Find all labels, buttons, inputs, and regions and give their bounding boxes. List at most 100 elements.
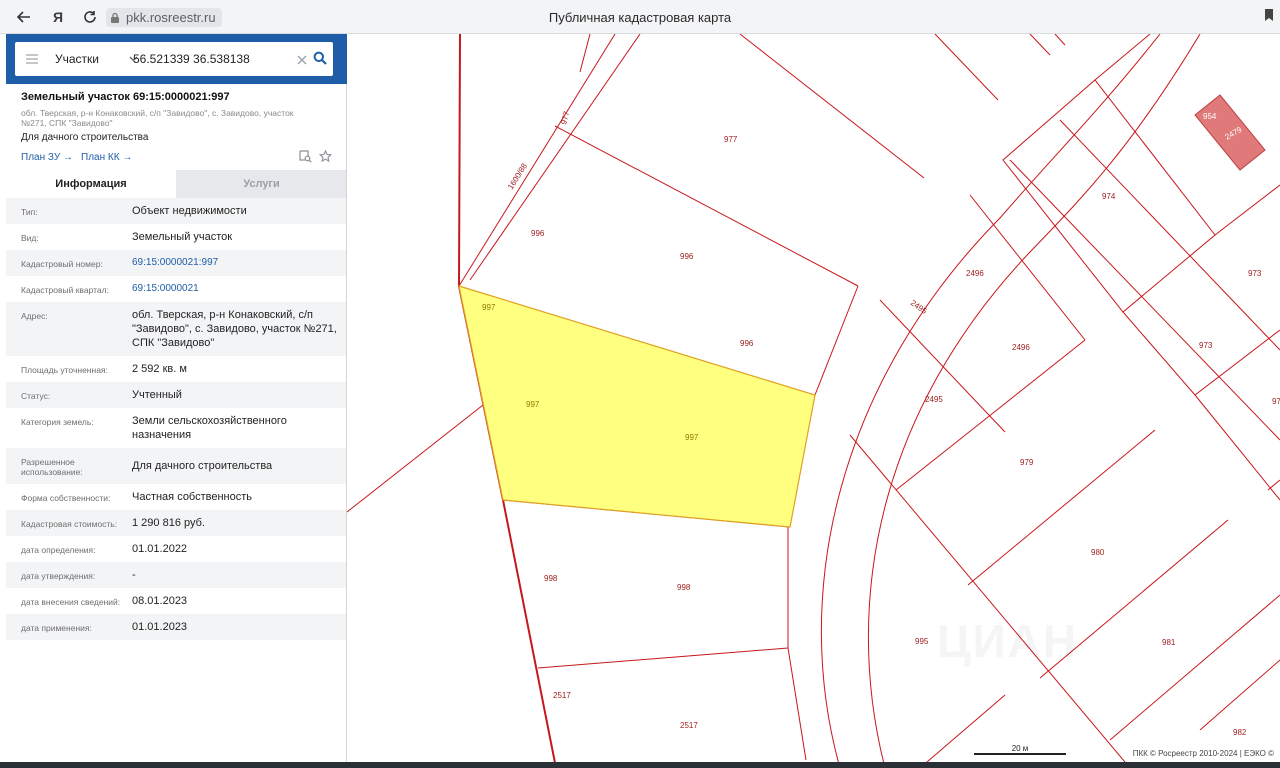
property-value: Частная собственность xyxy=(132,491,253,503)
zoom-to-object-icon[interactable] xyxy=(299,150,312,168)
browser-toolbar: Я pkk.rosreestr.ru Публичная кадастровая… xyxy=(0,0,1280,34)
property-row-ownership: Форма собственности: Частная собственнос… xyxy=(6,484,346,510)
url-text: pkk.rosreestr.ru xyxy=(126,10,216,25)
property-value: - xyxy=(132,569,136,581)
map-label: 997 xyxy=(685,433,699,442)
property-row-permitted-use: Разрешенное использование: Для дачного с… xyxy=(6,448,346,484)
property-row-application-date: дата применения: 01.01.2023 xyxy=(6,614,346,640)
property-row-kind: Вид: Земельный участок xyxy=(6,224,346,250)
layer-select[interactable]: Участки xyxy=(55,50,138,68)
property-row-cadastral-quarter: Кадастровый квартал: 69:15:0000021 xyxy=(6,276,346,302)
map-label: 2517 xyxy=(553,691,571,700)
property-value: 1 290 816 руб. xyxy=(132,517,205,529)
property-label: Форма собственности: xyxy=(21,493,111,503)
map-label: 997 xyxy=(482,303,496,312)
yandex-logo-icon[interactable]: Я xyxy=(46,5,70,29)
property-label: Статус: xyxy=(21,391,51,401)
plan-kk-link[interactable]: План КК → xyxy=(81,152,132,163)
map-label: 2517 xyxy=(680,721,698,730)
property-row-area: Площадь уточненная: 2 592 кв. м xyxy=(6,356,346,382)
lock-icon xyxy=(111,12,119,23)
property-value: Земельный участок xyxy=(132,231,233,243)
back-icon[interactable] xyxy=(12,5,36,29)
property-label: дата определения: xyxy=(21,545,96,555)
property-label: Разрешенное использование: xyxy=(21,457,83,477)
plan-zu-link[interactable]: План ЗУ → xyxy=(21,152,73,163)
map-label: 977 xyxy=(559,110,571,126)
cadastral-map[interactable]: 977 977 1600/88 996 996 996 997 997 997 … xyxy=(347,34,1280,768)
map-label: 2496 xyxy=(966,269,984,278)
map-label: 1600/88 xyxy=(506,161,529,191)
layer-select-label: Участки xyxy=(55,52,99,66)
map-label: 974 xyxy=(1102,192,1116,201)
cadastral-quarter-link[interactable]: 69:15:0000021 xyxy=(132,282,337,296)
close-icon[interactable] xyxy=(297,52,307,70)
map-label: 954 xyxy=(1203,112,1217,121)
selected-parcel-997[interactable] xyxy=(458,285,816,528)
property-row-type: Тип: Объект недвижимости xyxy=(6,198,346,224)
property-row-cadastral-value: Кадастровая стоимость: 1 290 816 руб. xyxy=(6,510,346,536)
map-label: 997 xyxy=(526,400,540,409)
property-label: Тип: xyxy=(21,207,38,217)
property-value: 01.01.2022 xyxy=(132,543,188,555)
property-value: Земли сельскохозяйственного назначения xyxy=(132,415,287,441)
menu-icon[interactable] xyxy=(25,52,39,70)
map-label: 996 xyxy=(680,252,694,261)
object-address: обл. Тверская, р-н Конаковский, с/п "Зав… xyxy=(21,108,294,128)
map-label: 973 xyxy=(1248,269,1262,278)
map-label: 995 xyxy=(915,637,929,646)
property-value: 01.01.2023 xyxy=(132,621,188,633)
map-label: 996 xyxy=(740,339,754,348)
property-value: 08.01.2023 xyxy=(132,595,188,607)
property-label: дата утверждения: xyxy=(21,571,96,581)
object-title: Земельный участок 69:15:0000021:997 xyxy=(21,91,230,103)
property-label: Кадастровый квартал: xyxy=(21,285,109,295)
map-label: 980 xyxy=(1091,548,1105,557)
property-row-determination-date: дата определения: 01.01.2022 xyxy=(6,536,346,562)
search-bar: Участки xyxy=(6,34,346,84)
taskbar-strip xyxy=(0,762,1280,768)
map-label: 2496 xyxy=(1012,343,1030,352)
cadastral-number-link[interactable]: 69:15:0000021:997 xyxy=(132,256,337,270)
property-label: Кадастровая стоимость: xyxy=(21,519,118,529)
watermark: ЦИАН xyxy=(937,614,1078,668)
map-label: 996 xyxy=(531,229,545,238)
property-row-approval-date: дата утверждения: - xyxy=(6,562,346,588)
properties-list: Тип: Объект недвижимости Вид: Земельный … xyxy=(6,198,346,640)
property-row-cadastral-number: Кадастровый номер: 69:15:0000021:997 xyxy=(6,250,346,276)
map-label: 2495 xyxy=(925,395,943,404)
tab-information[interactable]: Информация xyxy=(6,170,176,198)
tab-bar: Информация Услуги xyxy=(6,170,346,198)
property-value: Объект недвижимости xyxy=(132,205,247,217)
star-icon[interactable] xyxy=(318,149,333,168)
bookmark-icon[interactable] xyxy=(1264,8,1274,27)
property-row-land-category: Категория земель: Земли сельскохозяйстве… xyxy=(6,408,346,448)
search-input[interactable] xyxy=(133,49,293,69)
property-label: дата внесения сведений: xyxy=(21,597,121,607)
map-label: 979 xyxy=(1020,458,1034,467)
property-label: Площадь уточненная: xyxy=(21,365,108,375)
map-label: 97 xyxy=(1272,397,1280,406)
search-icon[interactable] xyxy=(313,51,327,70)
tab-services[interactable]: Услуги xyxy=(176,170,346,198)
property-row-address: Адрес: обл. Тверская, р-н Конаковский, с… xyxy=(6,302,346,356)
property-value: Учтенный xyxy=(132,389,182,401)
scale-label: 20 м xyxy=(1011,744,1029,753)
scale-line xyxy=(974,753,1066,755)
property-value: 2 592 кв. м xyxy=(132,363,187,375)
info-panel: Участки Земельный участок 69:15:0000021:… xyxy=(6,34,347,768)
property-label: Вид: xyxy=(21,233,39,243)
property-row-entry-date: дата внесения сведений: 08.01.2023 xyxy=(6,588,346,614)
map-label: 2495 xyxy=(909,298,929,316)
property-label: Кадастровый номер: xyxy=(21,259,103,269)
address-bar[interactable]: pkk.rosreestr.ru xyxy=(106,8,222,27)
property-label: Адрес: xyxy=(21,311,48,321)
map-label: 982 xyxy=(1233,728,1247,737)
object-use: Для дачного строительства xyxy=(21,132,149,143)
property-label: Категория земель: xyxy=(21,417,94,427)
map-label: 981 xyxy=(1162,638,1176,647)
map-canvas[interactable]: 977 977 1600/88 996 996 996 997 997 997 … xyxy=(347,34,1280,768)
reload-icon[interactable] xyxy=(78,5,102,29)
property-value: обл. Тверская, р-н Конаковский, с/п "Зав… xyxy=(132,309,337,349)
search-box: Участки xyxy=(15,42,333,76)
